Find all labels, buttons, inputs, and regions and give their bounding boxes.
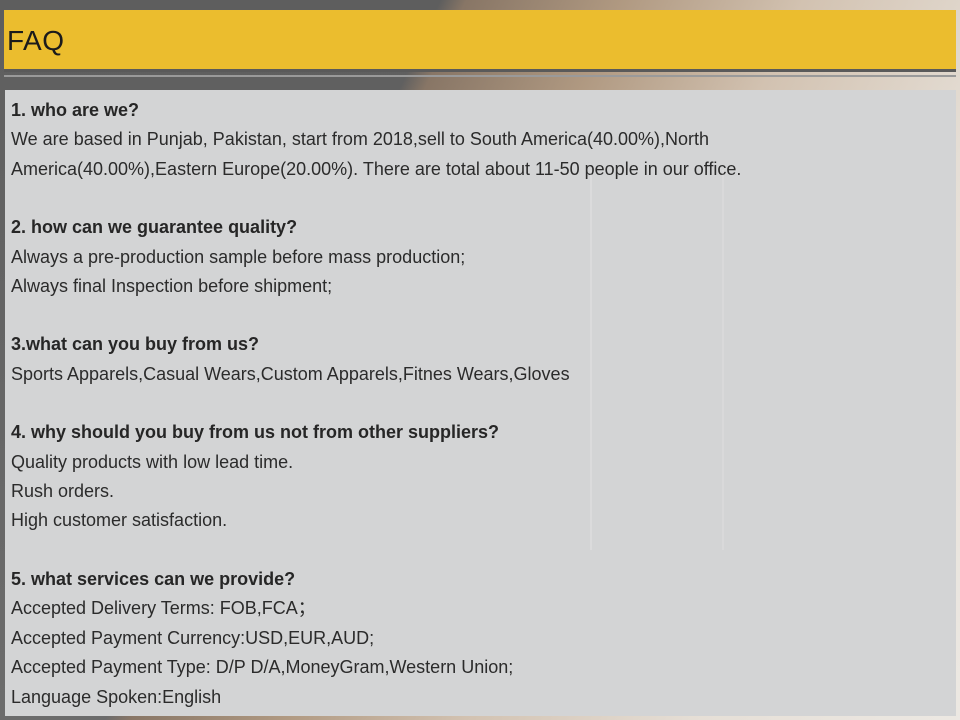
faq-question: 5. what services can we provide? — [11, 568, 296, 589]
faq-question: 3.what can you buy from us? — [11, 334, 260, 355]
faq-question: 1. who are we? — [11, 100, 140, 120]
faq-answer-line: Rush orders. — [11, 481, 115, 502]
faq-item-products: 3.what can you buy from us? Sports Appar… — [11, 330, 956, 389]
faq-header-bar: FAQ — [4, 10, 956, 72]
faq-answer-line: Accepted Delivery Terms: FOB,FCA； — [11, 598, 316, 619]
faq-answer-line: Accepted Payment Type: D/P D/A,MoneyGram… — [11, 657, 514, 678]
faq-answer-line: We are based in Punjab, Pakistan, start … — [11, 129, 742, 179]
faq-question: 2. how can we guarantee quality? — [11, 217, 298, 238]
faq-answer-line: Always a pre-production sample before ma… — [11, 246, 466, 267]
faq-item-services: 5. what services can we provide? Accepte… — [11, 565, 956, 712]
faq-answer-line: Accepted Payment Currency:USD,EUR,AUD; — [11, 627, 375, 648]
faq-item-why-us: 4. why should you buy from us not from o… — [11, 418, 956, 536]
faq-answer-line: Always final Inspection before shipment; — [11, 276, 333, 297]
faq-answer-line: Quality products with low lead time. — [11, 451, 294, 472]
header-divider — [4, 75, 956, 77]
page-title: FAQ — [7, 25, 65, 56]
faq-item-who-are-we: 1. who are we? We are based in Punjab, P… — [11, 96, 956, 184]
faq-answer-line: Language Spoken:English — [11, 686, 222, 707]
faq-content-panel: 1. who are we? We are based in Punjab, P… — [5, 90, 956, 716]
faq-answer-line: High customer satisfaction. — [11, 510, 228, 531]
faq-question: 4. why should you buy from us not from o… — [11, 422, 500, 443]
faq-item-quality: 2. how can we guarantee quality? Always … — [11, 213, 956, 301]
faq-answer-line: Sports Apparels,Casual Wears,Custom Appa… — [11, 363, 570, 384]
